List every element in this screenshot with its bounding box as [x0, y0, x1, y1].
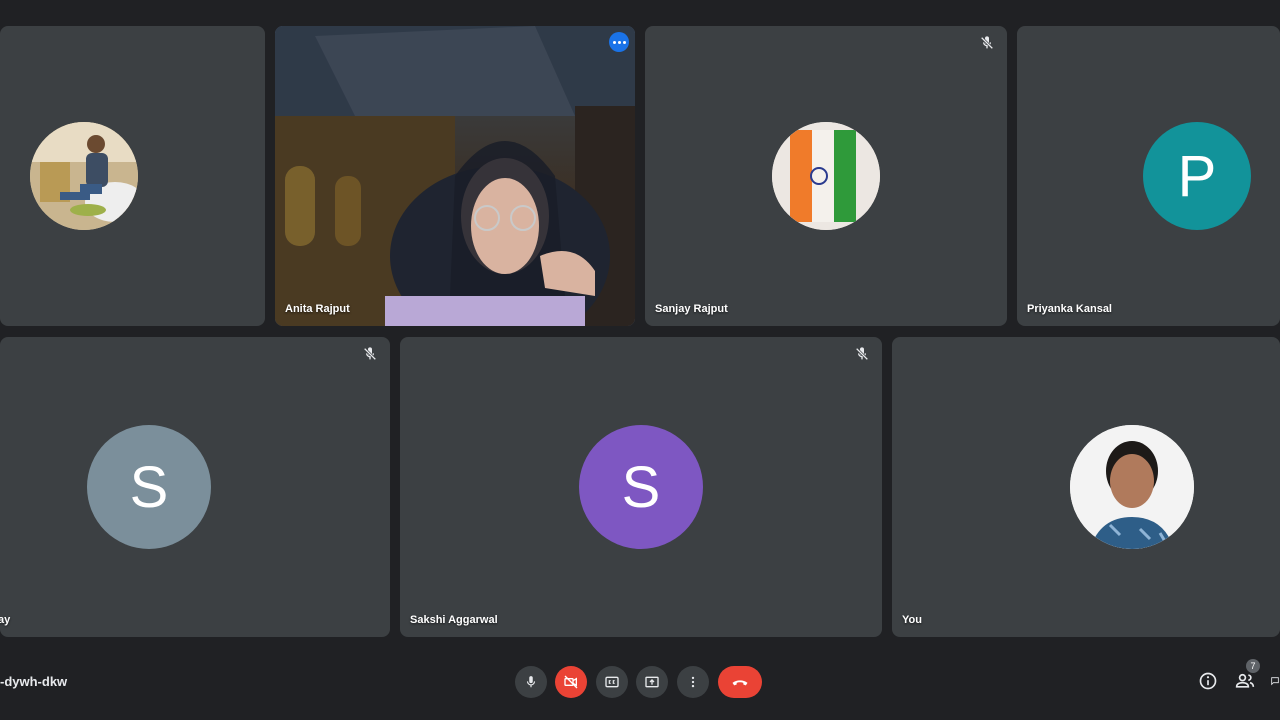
- avatar-initial: P: [1177, 143, 1217, 209]
- closed-captions-icon: [605, 676, 619, 688]
- participant-tile-4[interactable]: P Priyanka Kansal: [1017, 26, 1280, 326]
- more-options-button[interactable]: [609, 32, 629, 52]
- meeting-code: -dywh-dkw: [0, 674, 68, 689]
- participant-tile-5[interactable]: S ay: [0, 337, 390, 637]
- participants-button[interactable]: [1234, 670, 1256, 692]
- participant-tile-6[interactable]: S Sakshi Aggarwal: [400, 337, 882, 637]
- present-screen-icon: [645, 676, 659, 688]
- chat-icon: [1271, 677, 1279, 686]
- participant-video: [275, 26, 635, 326]
- avatar-initial: S: [621, 454, 661, 520]
- captions-button[interactable]: [596, 666, 628, 698]
- microphone-icon: [526, 676, 536, 688]
- participant-avatar: [30, 122, 138, 230]
- participant-avatar: [1070, 425, 1194, 549]
- present-screen-button[interactable]: [636, 666, 668, 698]
- mic-off-icon: [855, 347, 869, 361]
- participant-tile-1[interactable]: [0, 26, 265, 326]
- more-options-button[interactable]: [677, 666, 709, 698]
- leave-call-button[interactable]: [718, 666, 762, 698]
- info-icon: [1199, 672, 1217, 690]
- participant-count-badge: 7: [1246, 659, 1260, 673]
- participant-avatar: P: [1143, 122, 1251, 230]
- participant-name: Anita Rajput: [285, 303, 350, 315]
- participant-avatar: S: [87, 425, 211, 549]
- camera-off-icon: [564, 675, 578, 689]
- participant-tile-3[interactable]: Sanjay Rajput: [645, 26, 1007, 326]
- people-icon: [1235, 673, 1255, 688]
- participant-name: You: [902, 614, 922, 626]
- microphone-button[interactable]: [515, 666, 547, 698]
- mic-off-icon: [980, 36, 994, 50]
- camera-toggle-button[interactable]: [555, 666, 587, 698]
- participant-name: Priyanka Kansal: [1027, 303, 1112, 315]
- participant-name: Sakshi Aggarwal: [410, 614, 498, 626]
- participant-name: ay: [0, 614, 11, 626]
- chat-button[interactable]: [1270, 670, 1280, 692]
- avatar-initial: S: [129, 454, 169, 520]
- hang-up-icon: [732, 680, 748, 686]
- participant-tile-7[interactable]: You: [892, 337, 1280, 637]
- meeting-controls-bar: -dywh-dkw 7: [0, 652, 1280, 712]
- participant-avatar: [772, 122, 880, 230]
- more-vert-icon: [691, 676, 695, 688]
- participant-tile-2[interactable]: Anita Rajput: [275, 26, 635, 326]
- mic-off-icon: [363, 347, 377, 361]
- meeting-details-button[interactable]: [1197, 670, 1219, 692]
- participant-avatar: S: [579, 425, 703, 549]
- participant-name: Sanjay Rajput: [655, 303, 728, 315]
